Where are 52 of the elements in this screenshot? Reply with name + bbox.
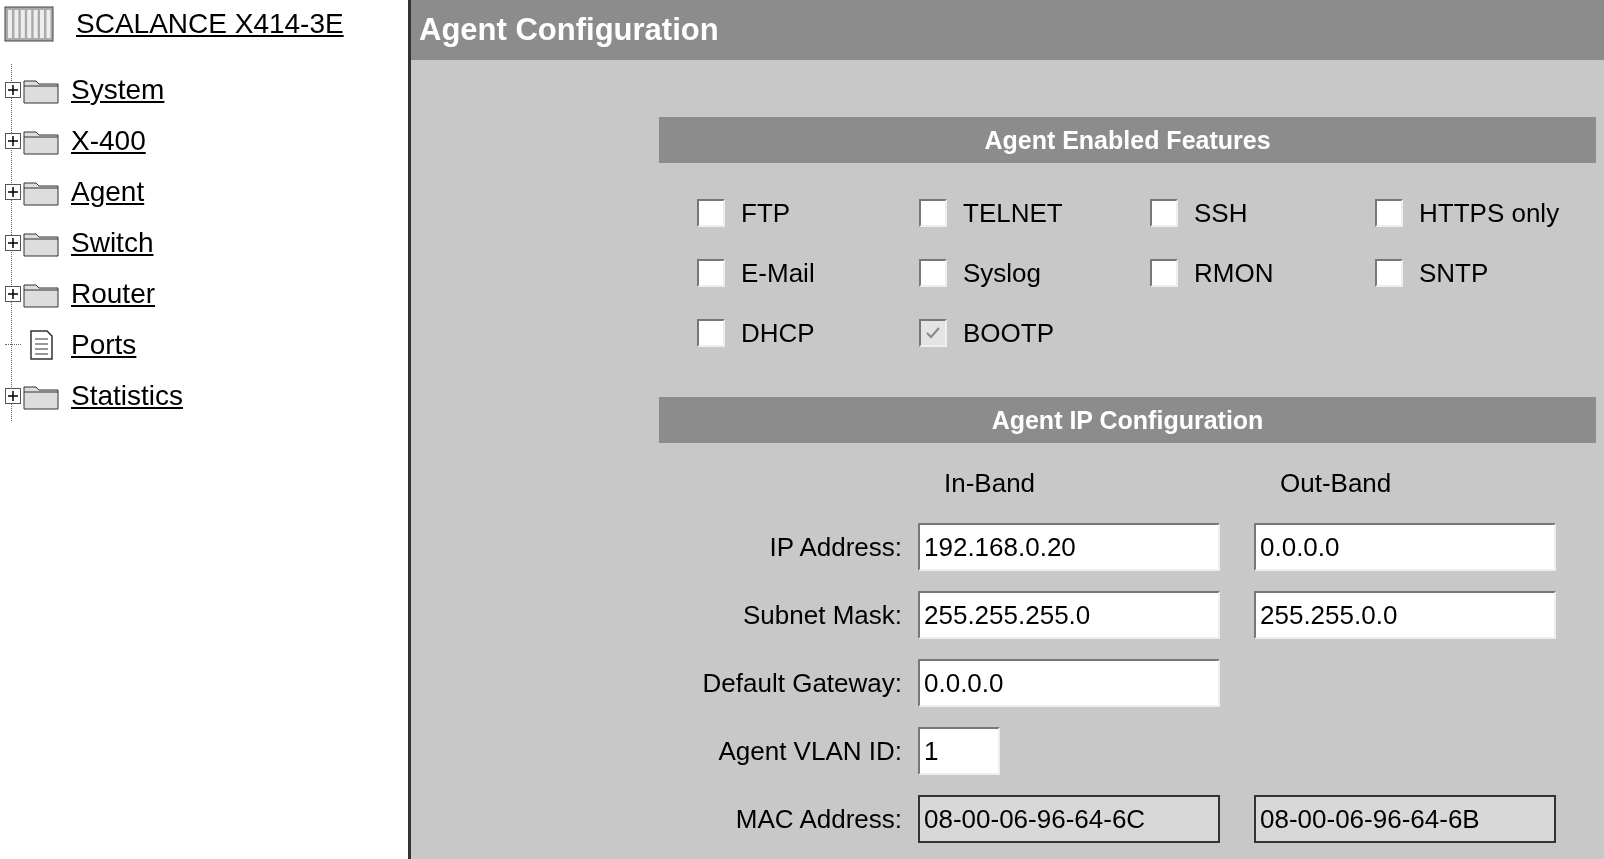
checkbox-label: DHCP xyxy=(741,317,815,349)
checkbox-label: BOOTP xyxy=(963,317,1054,349)
checkbox[interactable] xyxy=(697,199,725,227)
column-header: Out-Band xyxy=(1279,467,1393,499)
column-header: In-Band xyxy=(943,467,1037,499)
readonly-field[interactable]: 08-00-06-96-64-6B xyxy=(1254,795,1556,843)
field-label: IP Address: xyxy=(768,531,902,563)
field-label: Agent VLAN ID: xyxy=(717,735,902,767)
checkbox-label: Syslog xyxy=(963,257,1042,289)
expand-icon[interactable] xyxy=(5,387,21,404)
checkbox-label: RMON xyxy=(1194,257,1274,289)
expand-icon[interactable] xyxy=(5,81,21,98)
input-field[interactable]: 1 xyxy=(918,727,1000,775)
tree-link[interactable]: Statistics xyxy=(71,379,184,412)
section-title: Agent IP Configuration xyxy=(991,405,1264,435)
checkbox-label: SSH xyxy=(1194,197,1248,229)
checkbox[interactable] xyxy=(1375,259,1403,287)
tree-link[interactable]: Router xyxy=(71,277,156,310)
readonly-field[interactable]: 08-00-06-96-64-6C xyxy=(918,795,1220,843)
field-label: Subnet Mask: xyxy=(742,599,902,631)
checkbox-label: FTP xyxy=(741,197,791,229)
field-label: MAC Address: xyxy=(734,803,902,835)
checkbox-label: TELNET xyxy=(963,197,1063,229)
checkbox[interactable] xyxy=(697,259,725,287)
input-field[interactable]: 0.0.0.0 xyxy=(918,659,1220,707)
device-link[interactable]: SCALANCE X414-3E xyxy=(76,8,344,40)
tree-link[interactable]: Agent xyxy=(71,175,145,208)
tree-link[interactable]: System xyxy=(71,73,165,106)
checkbox[interactable] xyxy=(697,319,725,347)
section-title: Agent Enabled Features xyxy=(984,125,1271,155)
expand-icon[interactable] xyxy=(5,234,21,251)
checkbox-label: SNTP xyxy=(1419,257,1489,289)
input-field[interactable]: 192.168.0.20 xyxy=(918,523,1220,571)
expand-icon[interactable] xyxy=(5,132,21,149)
checkbox[interactable] xyxy=(919,199,947,227)
input-field[interactable]: 0.0.0.0 xyxy=(1254,523,1556,571)
page-title: Agent Configuration xyxy=(419,12,719,48)
input-field[interactable]: 255.255.255.0 xyxy=(918,591,1220,639)
tree-link[interactable]: Switch xyxy=(71,226,154,259)
checkbox[interactable] xyxy=(919,259,947,287)
expand-icon[interactable] xyxy=(5,183,21,200)
tree-link[interactable]: X-400 xyxy=(71,124,146,157)
input-field[interactable]: 255.255.0.0 xyxy=(1254,591,1556,639)
checkbox[interactable] xyxy=(1150,259,1178,287)
expand-icon[interactable] xyxy=(5,285,21,302)
checkbox-label: HTTPS only xyxy=(1419,197,1560,229)
checkbox-label: E-Mail xyxy=(741,257,815,289)
checkbox[interactable] xyxy=(1150,199,1178,227)
switch-icon xyxy=(4,6,54,42)
tree-link[interactable]: Ports xyxy=(71,328,137,361)
checkbox[interactable] xyxy=(1375,199,1403,227)
field-label: Default Gateway: xyxy=(701,667,902,699)
